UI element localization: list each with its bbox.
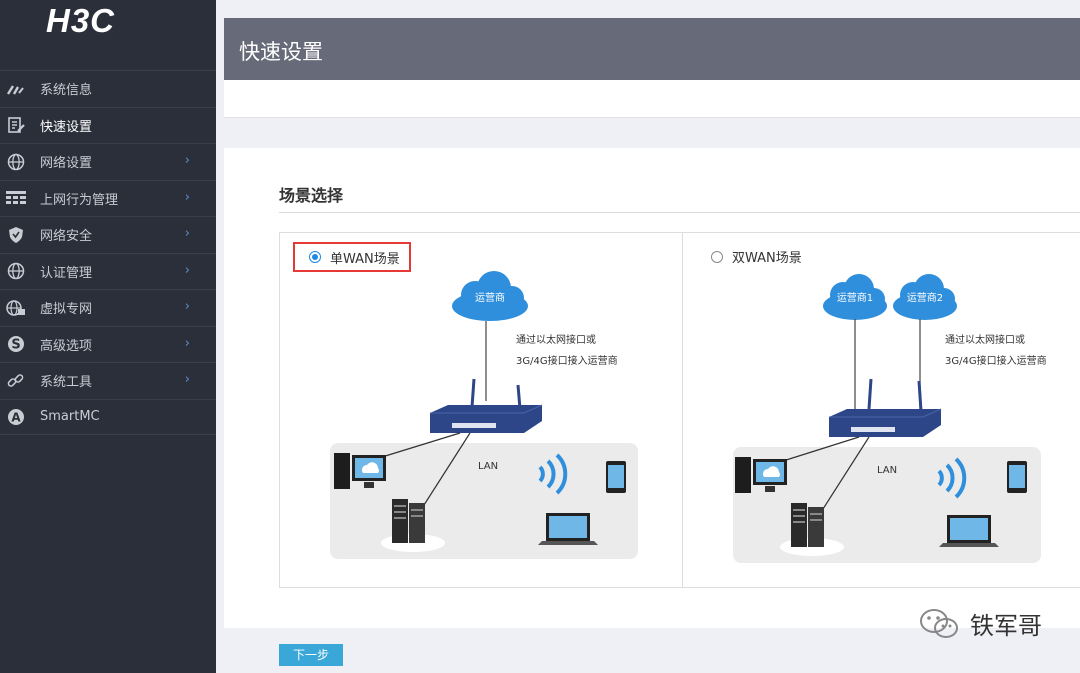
chevron-right-icon: › xyxy=(184,299,190,314)
sidebar: H3C 系统信息 快速设置 网络设置 › 上网行为管理 › 网络安全 › 认证管… xyxy=(0,0,216,673)
sidebar-item-label: 虚拟专网 xyxy=(40,302,93,318)
chevron-right-icon: › xyxy=(184,189,190,205)
sidebar-item-advanced-options[interactable]: S 高级选项 › xyxy=(0,325,216,363)
watermark: 铁军哥 xyxy=(918,606,1042,641)
scene-panel: 场景选择 运营商 通过以太网接口或 3G/4G接口接入运营商 LAN 单WAN场… xyxy=(224,148,1080,628)
sidebar-menu: 系统信息 快速设置 网络设置 › 上网行为管理 › 网络安全 › 认证管理 › … xyxy=(0,70,216,435)
sidebar-item-label: 系统信息 xyxy=(40,83,93,99)
connection-note: 3G/4G接口接入运营商 xyxy=(945,354,1047,367)
scenario-single-wan[interactable]: 运营商 通过以太网接口或 3G/4G接口接入运营商 LAN 单WAN场景 xyxy=(280,233,683,587)
smartphone-icon xyxy=(606,461,626,493)
chevron-right-icon: › xyxy=(184,262,190,278)
sidebar-item-label: 网络安全 xyxy=(40,229,93,245)
sidebar-item-quick-setup[interactable]: 快速设置 xyxy=(0,106,216,144)
radio-selected-icon[interactable] xyxy=(309,251,321,263)
sidebar-item-label: 高级选项 xyxy=(40,338,93,354)
chevron-right-icon: › xyxy=(184,335,190,351)
a-circle-icon: A xyxy=(5,406,27,428)
sidebar-item-system-tools[interactable]: 系统工具 › xyxy=(0,362,216,399)
scenario-options: 运营商 通过以太网接口或 3G/4G接口接入运营商 LAN 单WAN场景 运营商… xyxy=(279,232,1080,588)
link-icon xyxy=(5,370,27,392)
laptop-icon xyxy=(939,515,999,547)
brand-logo: H3C xyxy=(46,2,116,39)
globe-icon xyxy=(5,151,27,173)
single-wan-radio-option[interactable]: 单WAN场景 xyxy=(293,242,411,272)
globe-lock-icon xyxy=(5,297,27,319)
single-wan-diagram: 运营商 通过以太网接口或 3G/4G接口接入运营商 LAN xyxy=(330,271,638,559)
dual-wan-diagram: 运营商1 运营商2 通过以太网接口或 3G/4G接口接入运营商 LAN xyxy=(733,274,1047,563)
sidebar-item-network-security[interactable]: 网络安全 › xyxy=(0,216,216,253)
radio-unselected-icon[interactable] xyxy=(711,250,723,263)
sidebar-item-vpn[interactable]: 虚拟专网 › xyxy=(0,289,216,326)
lan-label: LAN xyxy=(478,461,498,472)
sidebar-item-label: SmartMC xyxy=(40,409,100,425)
header-subbar xyxy=(224,80,1080,118)
option-label: 双WAN场景 xyxy=(732,251,802,266)
svg-text:S: S xyxy=(11,338,20,353)
dual-wan-radio-option[interactable]: 双WAN场景 xyxy=(711,247,802,266)
shield-icon xyxy=(5,224,27,246)
wechat-icon xyxy=(920,608,958,638)
chevron-right-icon: › xyxy=(184,372,190,387)
router-icon xyxy=(829,378,942,437)
cloud-label: 运营商2 xyxy=(907,291,943,304)
page-header: 快速设置 xyxy=(224,18,1080,80)
bars-icon xyxy=(5,187,27,209)
watermark-text: 铁军哥 xyxy=(970,612,1042,640)
sidebar-item-label: 系统工具 xyxy=(40,375,93,391)
connection-note: 3G/4G接口接入运营商 xyxy=(516,354,618,367)
connection-note: 通过以太网接口或 xyxy=(945,333,1025,346)
document-edit-icon xyxy=(5,114,27,136)
section-divider xyxy=(279,212,1080,213)
chevron-right-icon: › xyxy=(184,226,190,241)
option-label: 单WAN场景 xyxy=(330,251,400,267)
svg-text:A: A xyxy=(11,410,21,424)
sidebar-item-system-info[interactable]: 系统信息 xyxy=(0,70,216,107)
connection-note: 通过以太网接口或 xyxy=(516,333,596,346)
sidebar-item-smartmc[interactable]: A SmartMC xyxy=(0,398,216,435)
sidebar-item-behavior-management[interactable]: 上网行为管理 › xyxy=(0,179,216,217)
sidebar-item-network-settings[interactable]: 网络设置 › xyxy=(0,143,216,180)
sidebar-item-label: 快速设置 xyxy=(40,119,93,135)
laptop-icon xyxy=(538,513,598,545)
chevron-right-icon: › xyxy=(184,153,190,168)
globe-icon xyxy=(5,260,27,282)
sidebar-item-label: 上网行为管理 xyxy=(40,192,119,208)
sidebar-item-auth-management[interactable]: 认证管理 › xyxy=(0,252,216,290)
page-title: 快速设置 xyxy=(239,40,323,64)
speedometer-icon xyxy=(5,78,27,100)
section-title: 场景选择 xyxy=(279,186,344,205)
smartphone-icon xyxy=(1007,461,1027,493)
cloud-label: 运营商1 xyxy=(837,291,873,304)
s-circle-icon: S xyxy=(5,333,27,355)
sidebar-item-label: 网络设置 xyxy=(40,156,93,172)
scenario-dual-wan[interactable]: 运营商1 运营商2 通过以太网接口或 3G/4G接口接入运营商 LAN 双WAN… xyxy=(683,233,1080,587)
next-step-button[interactable]: 下一步 xyxy=(279,644,343,666)
sidebar-item-label: 认证管理 xyxy=(40,265,93,281)
cloud-label: 运营商 xyxy=(475,291,505,304)
lan-label: LAN xyxy=(877,465,897,476)
